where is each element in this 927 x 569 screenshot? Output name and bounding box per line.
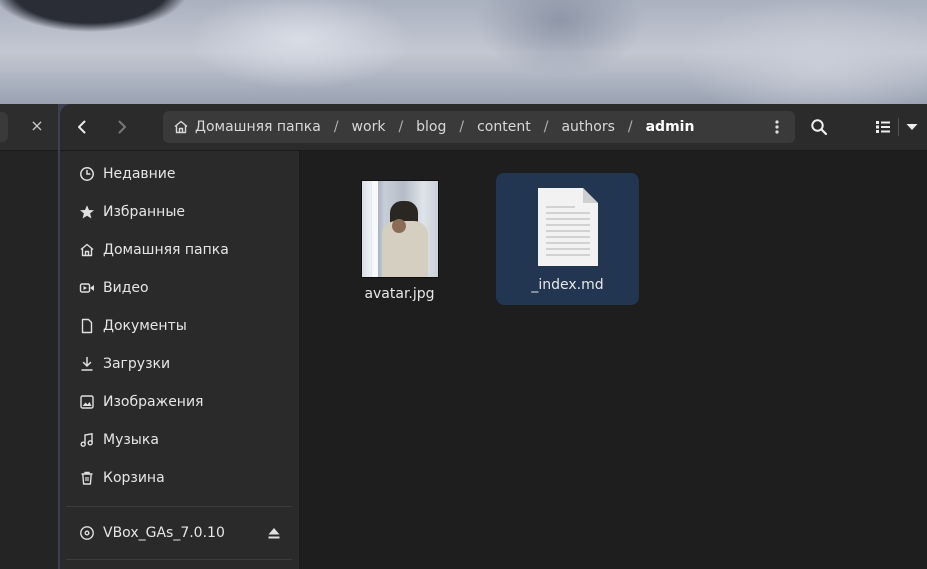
kebab-menu-icon — [775, 120, 779, 134]
sidebar-item-starred[interactable]: Избранные — [68, 195, 294, 229]
breadcrumb-blog[interactable]: blog — [416, 119, 446, 135]
star-icon — [79, 204, 95, 220]
sidebar-item-recent[interactable]: Недавние — [68, 157, 294, 191]
breadcrumb-admin[interactable]: admin — [646, 119, 695, 135]
video-icon — [79, 280, 95, 296]
sidebar-item-label: Видео — [103, 280, 149, 296]
sidebar-divider — [66, 559, 292, 560]
breadcrumb-work[interactable]: work — [352, 119, 386, 135]
sidebar-item-pictures[interactable]: Изображения — [68, 385, 294, 419]
sidebar-item-home[interactable]: Домашняя папка — [68, 233, 294, 267]
sidebar: Недавние Избранные Домашняя папка Видео … — [60, 151, 300, 569]
file-manager-window: Домашняя папка / work / blog / content /… — [60, 104, 927, 569]
sidebar-item-device[interactable]: VBox_GAs_7.0.10 — [68, 516, 294, 550]
file-view[interactable]: avatar.jpg _index.md — [300, 151, 927, 569]
music-icon — [79, 432, 95, 448]
file-item-selected[interactable]: _index.md — [496, 173, 639, 305]
breadcrumb-separator: / — [459, 119, 465, 135]
background-window-field — [0, 112, 8, 142]
back-button[interactable] — [65, 111, 99, 143]
chevron-right-icon — [118, 120, 126, 134]
breadcrumb-label: content — [477, 119, 531, 135]
sidebar-item-trash[interactable]: Корзина — [68, 461, 294, 495]
sidebar-item-label: Домашняя папка — [103, 242, 229, 258]
trash-icon — [79, 470, 95, 486]
file-name: avatar.jpg — [364, 286, 435, 302]
sidebar-item-label: Документы — [103, 318, 187, 334]
download-icon — [79, 356, 95, 372]
clock-icon — [79, 166, 95, 182]
sidebar-item-label: Недавние — [103, 166, 176, 182]
breadcrumb-separator: / — [333, 119, 339, 135]
search-button[interactable] — [804, 111, 834, 143]
breadcrumb-authors[interactable]: authors — [561, 119, 614, 135]
chevron-down-icon — [906, 124, 918, 130]
sidebar-item-label: Загрузки — [103, 356, 171, 372]
breadcrumb-content[interactable]: content — [477, 119, 531, 135]
sidebar-item-music[interactable]: Музыка — [68, 423, 294, 457]
desktop-wallpaper — [0, 0, 927, 104]
breadcrumb-label: work — [351, 119, 386, 135]
eject-icon[interactable] — [266, 525, 282, 541]
sidebar-item-label: Изображения — [103, 394, 204, 410]
sidebar-item-videos[interactable]: Видео — [68, 271, 294, 305]
view-options-button[interactable] — [902, 111, 922, 143]
sidebar-item-label: Музыка — [103, 432, 159, 448]
sidebar-item-label: Избранные — [103, 204, 185, 220]
disc-icon — [79, 525, 95, 541]
sidebar-item-documents[interactable]: Документы — [68, 309, 294, 343]
forward-button[interactable] — [105, 111, 139, 143]
breadcrumb-home[interactable]: Домашняя папка — [173, 119, 321, 135]
document-icon — [79, 318, 95, 334]
chevron-left-icon — [78, 120, 86, 134]
breadcrumb-separator: / — [398, 119, 404, 135]
background-window-titlebar: × — [0, 104, 58, 151]
file-name: _index.md — [531, 277, 604, 293]
sidebar-item-downloads[interactable]: Загрузки — [68, 347, 294, 381]
path-bar[interactable]: Домашняя папка / work / blog / content /… — [163, 111, 795, 143]
sidebar-item-label: Корзина — [103, 470, 165, 486]
headerbar: Домашняя папка / work / blog / content /… — [60, 104, 927, 151]
path-menu-button[interactable] — [765, 111, 789, 143]
image-icon — [79, 394, 95, 410]
breadcrumb-separator: / — [627, 119, 633, 135]
sidebar-item-label: VBox_GAs_7.0.10 — [103, 525, 225, 541]
breadcrumb-label: blog — [416, 119, 447, 135]
breadcrumb-separator: / — [543, 119, 549, 135]
file-item[interactable]: avatar.jpg — [328, 173, 471, 305]
sidebar-divider — [66, 506, 292, 507]
close-icon[interactable]: × — [27, 116, 47, 136]
view-list-button[interactable] — [870, 111, 896, 143]
text-file-icon — [537, 188, 598, 266]
search-icon — [811, 119, 828, 136]
background-window[interactable]: × — [0, 104, 58, 569]
breadcrumb-label: admin — [645, 119, 695, 135]
image-thumbnail — [360, 180, 439, 278]
home-icon — [79, 242, 95, 258]
home-icon — [174, 120, 188, 134]
button-divider — [898, 118, 899, 136]
breadcrumb-label: Домашняя папка — [195, 119, 321, 135]
breadcrumb-label: authors — [561, 119, 615, 135]
list-view-icon — [876, 121, 890, 133]
